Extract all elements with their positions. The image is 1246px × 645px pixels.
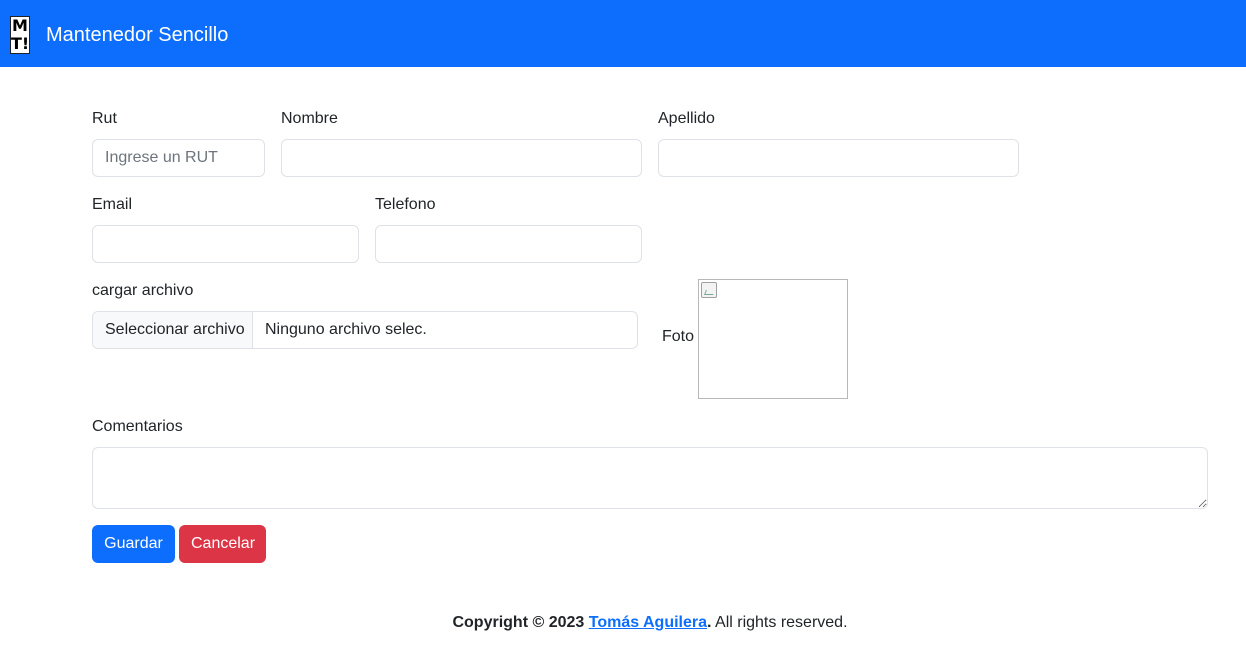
navbar: M T! Mantenedor Sencillo	[0, 0, 1246, 67]
rights-text: All rights reserved.	[711, 614, 848, 631]
comentarios-textarea[interactable]	[92, 447, 1208, 509]
file-status-text: Ninguno archivo selec.	[265, 321, 427, 338]
save-button[interactable]: Guardar	[92, 525, 175, 563]
email-label: Email	[92, 196, 133, 213]
select-file-button[interactable]: Seleccionar archivo	[93, 312, 253, 348]
apellido-label: Apellido	[658, 110, 715, 127]
brand-title[interactable]: Mantenedor Sencillo	[46, 23, 228, 47]
rut-input[interactable]	[92, 139, 265, 177]
photo-preview	[698, 279, 848, 399]
foto-label: Foto	[662, 328, 695, 345]
logo-letter-m: M	[12, 16, 28, 35]
footer: Copyright © 2023 Tomás Aguilera. All rig…	[0, 613, 1246, 633]
nombre-input[interactable]	[281, 139, 642, 177]
apellido-input[interactable]	[658, 139, 1019, 177]
brand-logo[interactable]: M T!	[10, 16, 30, 54]
copyright-text: Copyright © 2023	[452, 614, 585, 631]
file-label: cargar archivo	[92, 282, 194, 299]
comentarios-label: Comentarios	[92, 418, 183, 435]
email-input[interactable]	[92, 225, 359, 263]
file-input[interactable]: Seleccionar archivo Ninguno archivo sele…	[92, 311, 638, 349]
telefono-label: Telefono	[375, 196, 436, 213]
broken-image-icon	[701, 282, 717, 298]
cancel-button[interactable]: Cancelar	[179, 525, 266, 563]
telefono-input[interactable]	[375, 225, 642, 263]
nombre-label: Nombre	[281, 110, 338, 127]
logo-letter-t: T!	[11, 34, 30, 53]
rut-label: Rut	[92, 110, 117, 127]
author-link[interactable]: Tomás Aguilera	[589, 614, 707, 631]
